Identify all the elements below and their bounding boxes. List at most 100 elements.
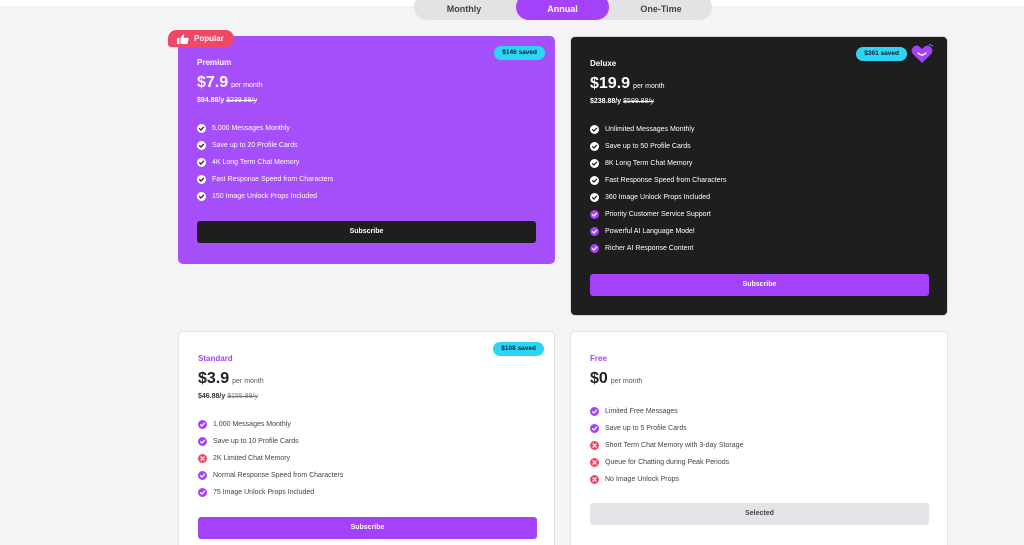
feature-text: 5,000 Messages Monthly — [212, 125, 290, 132]
feature-text: Limited Free Messages — [605, 408, 678, 415]
check-purple-icon — [198, 437, 207, 446]
feature-text: Priority Customer Service Support — [605, 211, 711, 218]
feature-item: Unlimited Messages Monthly — [590, 125, 726, 142]
feature-item: Normal Response Speed from Characters — [198, 471, 343, 488]
feature-list: Limited Free Messages Save up to 5 Profil… — [590, 407, 743, 492]
plan-price: $0 per month — [590, 370, 642, 388]
feature-text: Fast Response Speed from Characters — [212, 176, 334, 183]
check-purple-icon — [198, 471, 207, 480]
feature-item: 150 Image Unlock Props Included — [197, 192, 333, 209]
price-period: per month — [231, 82, 263, 89]
yearly-price-current: $94.88/y — [197, 97, 225, 104]
feature-text: 8K Long Term Chat Memory — [605, 160, 693, 167]
yearly-price-original: $239.88/y — [226, 97, 257, 104]
check-icon — [590, 176, 599, 185]
feature-text: 75 Image Unlock Props Included — [213, 489, 315, 496]
check-purple-icon — [590, 424, 599, 433]
feature-item: Limited Free Messages — [590, 407, 743, 424]
feature-text: Richer AI Response Content — [605, 245, 694, 252]
popular-badge: Popular — [168, 30, 234, 47]
feature-text: 150 Image Unlock Props Included — [212, 193, 318, 200]
feature-item: Save up to 50 Profile Cards — [590, 142, 726, 159]
yearly-price-original: $599.88/y — [623, 98, 654, 105]
cross-icon — [590, 441, 599, 450]
plan-card-standard: $108 saved Standard $3.9 per month $46.88… — [178, 331, 555, 545]
price-period: per month — [633, 83, 665, 90]
feature-item: Save up to 20 Profile Cards — [197, 141, 333, 158]
selected-button[interactable]: Selected — [590, 503, 929, 525]
feature-list: Unlimited Messages Monthly Save up to 50 … — [590, 125, 726, 261]
feature-text: 360 Image Unlock Props Included — [605, 194, 711, 201]
feature-text: Fast Response Speed from Characters — [605, 177, 727, 184]
check-icon — [197, 124, 206, 133]
check-purple-icon — [590, 407, 599, 416]
tab-monthly[interactable]: Monthly — [418, 0, 510, 20]
feature-item: 75 Image Unlock Props Included — [198, 488, 343, 505]
check-purple-icon — [590, 244, 599, 253]
plan-name: Deluxe — [590, 59, 617, 68]
plan-card-free: Free $0 per month Limited Free Messages Sa… — [570, 331, 948, 545]
check-icon — [197, 175, 206, 184]
heart-icon — [911, 44, 933, 63]
feature-item: 4K Long Term Chat Memory — [197, 158, 333, 175]
tab-one-time[interactable]: One-Time — [614, 0, 708, 20]
plan-name: Standard — [198, 354, 233, 363]
feature-item: Powerful AI Language Model — [590, 227, 726, 244]
feature-item: 1,000 Messages Monthly — [198, 420, 343, 437]
feature-text: Unlimited Messages Monthly — [605, 126, 695, 133]
subscribe-button[interactable]: Subscribe — [197, 221, 536, 243]
feature-item: 2K Limited Chat Memory — [198, 454, 343, 471]
feature-item: 8K Long Term Chat Memory — [590, 159, 726, 176]
subscribe-button[interactable]: Subscribe — [198, 517, 537, 539]
yearly-price-original: $155.88/y — [227, 393, 258, 400]
check-purple-icon — [590, 210, 599, 219]
price-period: per month — [610, 378, 643, 385]
yearly-price: $46.88/y $155.88/y — [198, 393, 258, 400]
plan-name: Premium — [197, 58, 232, 67]
price-amount: $19.9 — [590, 75, 631, 92]
check-icon — [197, 141, 206, 150]
subscribe-button[interactable]: Subscribe — [590, 274, 929, 296]
check-icon — [590, 193, 599, 202]
feature-text: Save up to 10 Profile Cards — [213, 438, 299, 445]
check-purple-icon — [198, 488, 207, 497]
feature-text: Save up to 50 Profile Cards — [605, 143, 691, 150]
plan-price: $7.9 per month — [197, 74, 263, 92]
cross-icon — [590, 458, 599, 467]
feature-text: Normal Response Speed from Characters — [213, 472, 344, 479]
feature-text: Powerful AI Language Model — [605, 228, 695, 235]
check-icon — [197, 158, 206, 167]
billing-tabs: Monthly Annual One-Time — [414, 0, 712, 20]
check-icon — [590, 142, 599, 151]
feature-text: 2K Limited Chat Memory — [213, 455, 291, 462]
feature-item: Save up to 5 Profile Cards — [590, 424, 743, 441]
check-icon — [590, 159, 599, 168]
saved-badge: $361 saved — [856, 47, 907, 61]
cross-icon — [198, 454, 207, 463]
feature-text: Queue for Chatting during Peak Periods — [605, 459, 730, 466]
check-purple-icon — [198, 420, 207, 429]
plan-card-premium: $146 saved Premium $7.9 per month $94.88/… — [178, 36, 555, 264]
feature-text: 4K Long Term Chat Memory — [212, 159, 300, 166]
price-period: per month — [232, 378, 264, 385]
feature-item: No Image Unlock Props — [590, 475, 743, 492]
feature-text: Save up to 5 Profile Cards — [605, 425, 687, 432]
thumbs-up-icon — [177, 34, 189, 44]
feature-item: Short Term Chat Memory with 3-day Storag… — [590, 441, 743, 458]
feature-text: Short Term Chat Memory with 3-day Storag… — [605, 442, 744, 449]
price-amount: $0 — [590, 370, 608, 387]
feature-item: Richer AI Response Content — [590, 244, 726, 261]
feature-item: Priority Customer Service Support — [590, 210, 726, 227]
popular-badge-label: Popular — [194, 34, 224, 43]
yearly-price: $94.88/y $239.88/y — [197, 97, 257, 104]
plan-name: Free — [590, 354, 607, 363]
tab-annual[interactable]: Annual — [516, 0, 609, 20]
feature-text: 1,000 Messages Monthly — [213, 421, 291, 428]
plan-price: $19.9 per month — [590, 75, 665, 93]
feature-text: Save up to 20 Profile Cards — [212, 142, 298, 149]
feature-list: 1,000 Messages Monthly Save up to 10 Prof… — [198, 420, 343, 505]
feature-item: Queue for Chatting during Peak Periods — [590, 458, 743, 475]
feature-text: No Image Unlock Props — [605, 476, 679, 483]
feature-list: 5,000 Messages Monthly Save up to 20 Prof… — [197, 124, 333, 209]
feature-item: 360 Image Unlock Props Included — [590, 193, 726, 210]
